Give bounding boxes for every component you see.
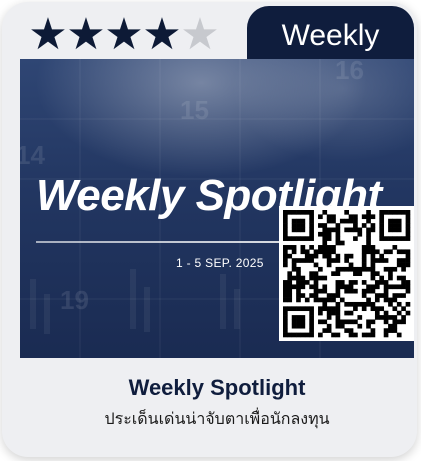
banner-dates: 1 - 5 SEP. 2025 — [176, 256, 264, 270]
card-subtitle: ประเด็นเด่นน่าจับตาเพื่อนักลงทุน — [104, 411, 330, 428]
star-icon: ★ — [66, 9, 105, 60]
card-title: Weekly Spotlight — [128, 375, 306, 400]
spotlight-card[interactable]: ★ ★ ★ ★ ★ Weekly 14 15 16 19 Weekly Spot… — [2, 2, 417, 457]
qr-code-icon[interactable] — [279, 206, 414, 341]
tab-weekly[interactable]: Weekly — [247, 6, 414, 66]
svg-text:15: 15 — [180, 95, 209, 125]
card-caption: Weekly Spotlight ประเด็นเด่นน่าจับตาเพื่… — [20, 358, 414, 457]
tab-label: Weekly — [281, 19, 380, 52]
star-icon: ★ — [180, 9, 219, 60]
star-icon: ★ — [104, 9, 143, 60]
banner-image[interactable]: 14 15 16 19 Weekly Spotlight 1 - 5 SEP. … — [20, 59, 414, 358]
star-icon: ★ — [28, 9, 67, 60]
svg-text:14: 14 — [20, 140, 45, 170]
svg-text:19: 19 — [60, 285, 89, 315]
star-rating: ★ ★ ★ ★ ★ — [28, 9, 219, 60]
star-icon: ★ — [142, 9, 181, 60]
svg-text:16: 16 — [335, 59, 364, 85]
